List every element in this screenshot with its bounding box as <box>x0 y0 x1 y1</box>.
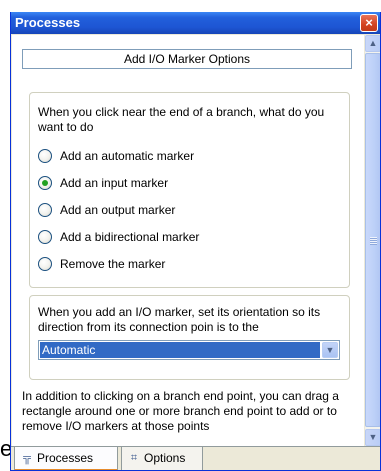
radio-remove-marker[interactable]: Remove the marker <box>38 256 338 274</box>
radio-input-marker[interactable]: Add an input marker <box>38 175 338 193</box>
processes-panel: Processes × Add I/O Marker Options When … <box>10 12 381 471</box>
panel-tabs: ╦ Processes ⌗ Options <box>11 446 380 470</box>
orientation-prompt: When you add an I/O marker, set its orie… <box>38 305 321 334</box>
radio-button[interactable] <box>38 230 52 244</box>
scroll-up-icon[interactable]: ▲ <box>365 35 380 52</box>
radio-label: Add a bidirectional marker <box>60 230 200 244</box>
radio-automatic-marker[interactable]: Add an automatic marker <box>38 148 338 166</box>
radio-button-selected[interactable] <box>38 176 52 190</box>
orientation-select-value: Automatic <box>40 342 320 358</box>
radio-selected-dot <box>42 180 48 186</box>
close-button[interactable]: × <box>360 14 378 32</box>
radio-label: Add an input marker <box>60 176 169 190</box>
scroll-down-icon[interactable]: ▼ <box>365 429 380 446</box>
branch-action-group: When you click near the end of a branch,… <box>29 92 350 288</box>
options-icon: ⌗ <box>130 452 138 464</box>
tab-label: Processes <box>37 451 94 465</box>
tab-label: Options <box>144 451 186 465</box>
radio-button[interactable] <box>38 203 52 217</box>
tab-processes[interactable]: ╦ Processes <box>14 447 118 470</box>
close-icon: × <box>365 15 373 30</box>
orientation-group: When you add an I/O marker, set its orie… <box>29 295 350 380</box>
grip-icon <box>370 237 377 245</box>
processes-tree-icon: ╦ <box>23 452 31 464</box>
chevron-down-icon[interactable]: ▼ <box>322 342 338 358</box>
options-content: Add I/O Marker Options When you click ne… <box>12 35 364 446</box>
window-title: Processes <box>15 15 81 30</box>
title-bar[interactable]: Processes × <box>11 12 380 34</box>
radio-bidirectional-marker[interactable]: Add a bidirectional marker <box>38 229 338 247</box>
scroll-thumb[interactable] <box>365 53 380 427</box>
branch-action-prompt: When you click near the end of a branch,… <box>38 105 325 134</box>
vertical-scrollbar[interactable]: ▲ ▼ <box>364 35 380 446</box>
radio-button[interactable] <box>38 257 52 271</box>
orientation-select[interactable]: Automatic ▼ <box>38 340 340 360</box>
section-header: Add I/O Marker Options <box>22 49 352 69</box>
tab-options[interactable]: ⌗ Options <box>121 447 203 470</box>
radio-button[interactable] <box>38 149 52 163</box>
info-text: In addition to clicking on a branch end … <box>22 389 339 433</box>
radio-output-marker[interactable]: Add an output marker <box>38 202 338 220</box>
radio-label: Add an output marker <box>60 203 176 217</box>
clipped-background-text: e <box>0 436 10 461</box>
radio-label: Add an automatic marker <box>60 149 195 163</box>
radio-label: Remove the marker <box>60 257 166 271</box>
